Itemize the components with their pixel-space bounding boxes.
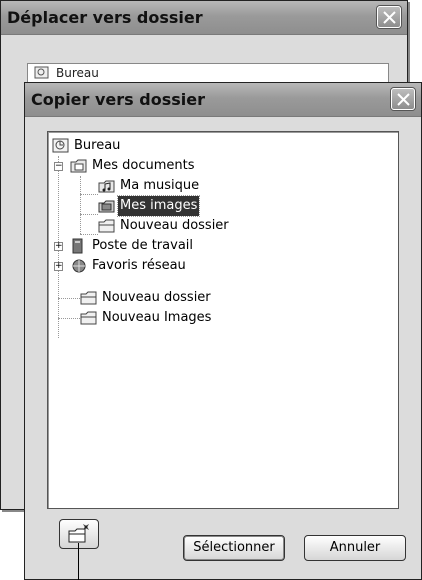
new-folder-icon <box>68 524 89 543</box>
dialog-title: Déplacer vers dossier <box>7 8 203 27</box>
computer-icon <box>72 238 83 254</box>
tree-line <box>58 298 80 299</box>
close-button[interactable] <box>391 88 415 110</box>
network-icon <box>72 259 86 273</box>
dialog-title: Copier vers dossier <box>31 90 205 109</box>
folder-icon <box>98 219 115 233</box>
folder-tree[interactable]: Bureau <box>27 63 389 83</box>
folder-icon <box>80 291 97 305</box>
callout-line <box>78 543 79 580</box>
documents-folder-icon <box>70 159 87 173</box>
select-button[interactable]: Sélectionner <box>183 535 285 561</box>
cancel-button[interactable]: Annuler <box>304 535 406 561</box>
title-bar[interactable]: Copier vers dossier <box>25 83 421 117</box>
tree-line <box>80 214 98 215</box>
tree-item-label: Favoris réseau <box>92 258 186 273</box>
tree-item-label: Nouveau dossier <box>102 290 211 305</box>
tree-line <box>80 176 81 234</box>
expand-toggle[interactable]: + <box>54 242 63 251</box>
title-bar[interactable]: Déplacer vers dossier <box>1 1 407 35</box>
tree-line <box>80 234 98 235</box>
pictures-folder-icon <box>98 200 115 213</box>
tree-line <box>58 318 80 319</box>
tree-item-label: Mes documents <box>92 158 195 173</box>
desktop-icon <box>34 66 49 79</box>
expand-toggle[interactable]: + <box>54 262 63 271</box>
close-button[interactable] <box>377 6 401 28</box>
tree-line <box>80 194 98 195</box>
desktop-icon <box>52 138 69 153</box>
tree-item-label: Bureau <box>74 138 121 153</box>
tree-root-label: Bureau <box>56 66 99 80</box>
copy-to-folder-dialog: Copier vers dossier Bureau − Mes documen… <box>24 82 422 580</box>
tree-item-label: Nouveau dossier <box>120 218 229 233</box>
tree-item-label: Nouveau Images <box>102 310 212 325</box>
folder-icon <box>80 311 97 325</box>
tree-item-label: Ma musique <box>120 178 200 193</box>
music-folder-icon <box>98 180 115 193</box>
close-icon <box>383 11 396 24</box>
folder-tree[interactable]: Bureau − Mes documents Ma musique Mes im… <box>47 131 399 509</box>
new-folder-button[interactable] <box>59 519 99 549</box>
tree-item-label: Poste de travail <box>92 238 194 253</box>
collapse-toggle[interactable]: − <box>54 162 63 171</box>
tree-item-label: Mes images <box>116 195 201 217</box>
close-icon <box>397 93 410 106</box>
